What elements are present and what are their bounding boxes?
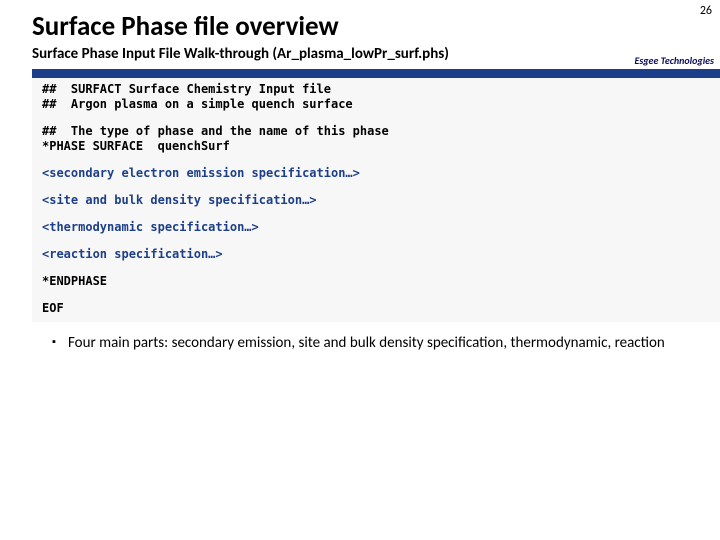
code-line: EOF [32, 301, 720, 316]
bullet-item: Four main parts: secondary emission, sit… [52, 334, 688, 354]
bullet-list: Four main parts: secondary emission, sit… [32, 334, 688, 354]
code-annotation: <site and bulk density specification…> [32, 193, 720, 208]
code-line: ## SURFACT Surface Chemistry Input file [32, 82, 720, 97]
slide-title: Surface Phase file overview [32, 10, 688, 43]
slide-subtitle: Surface Phase Input File Walk-through (A… [32, 45, 688, 63]
slide: 26 Surface Phase file overview Surface P… [0, 0, 720, 540]
code-line: ## Argon plasma on a simple quench surfa… [32, 97, 720, 112]
code-annotation: <thermodynamic specification…> [32, 220, 720, 235]
code-annotation: <reaction specification…> [32, 247, 720, 262]
code-line: ## The type of phase and the name of thi… [32, 124, 720, 139]
code-block: ## SURFACT Surface Chemistry Input file … [32, 78, 720, 322]
code-line: *PHASE SURFACE quenchSurf [32, 139, 720, 154]
page-number: 26 [700, 4, 712, 18]
brand-label: Esgee Technologies [634, 54, 714, 67]
code-line: *ENDPHASE [32, 274, 720, 289]
title-divider: Esgee Technologies [32, 69, 720, 78]
code-annotation: <secondary electron emission specificati… [32, 166, 720, 181]
